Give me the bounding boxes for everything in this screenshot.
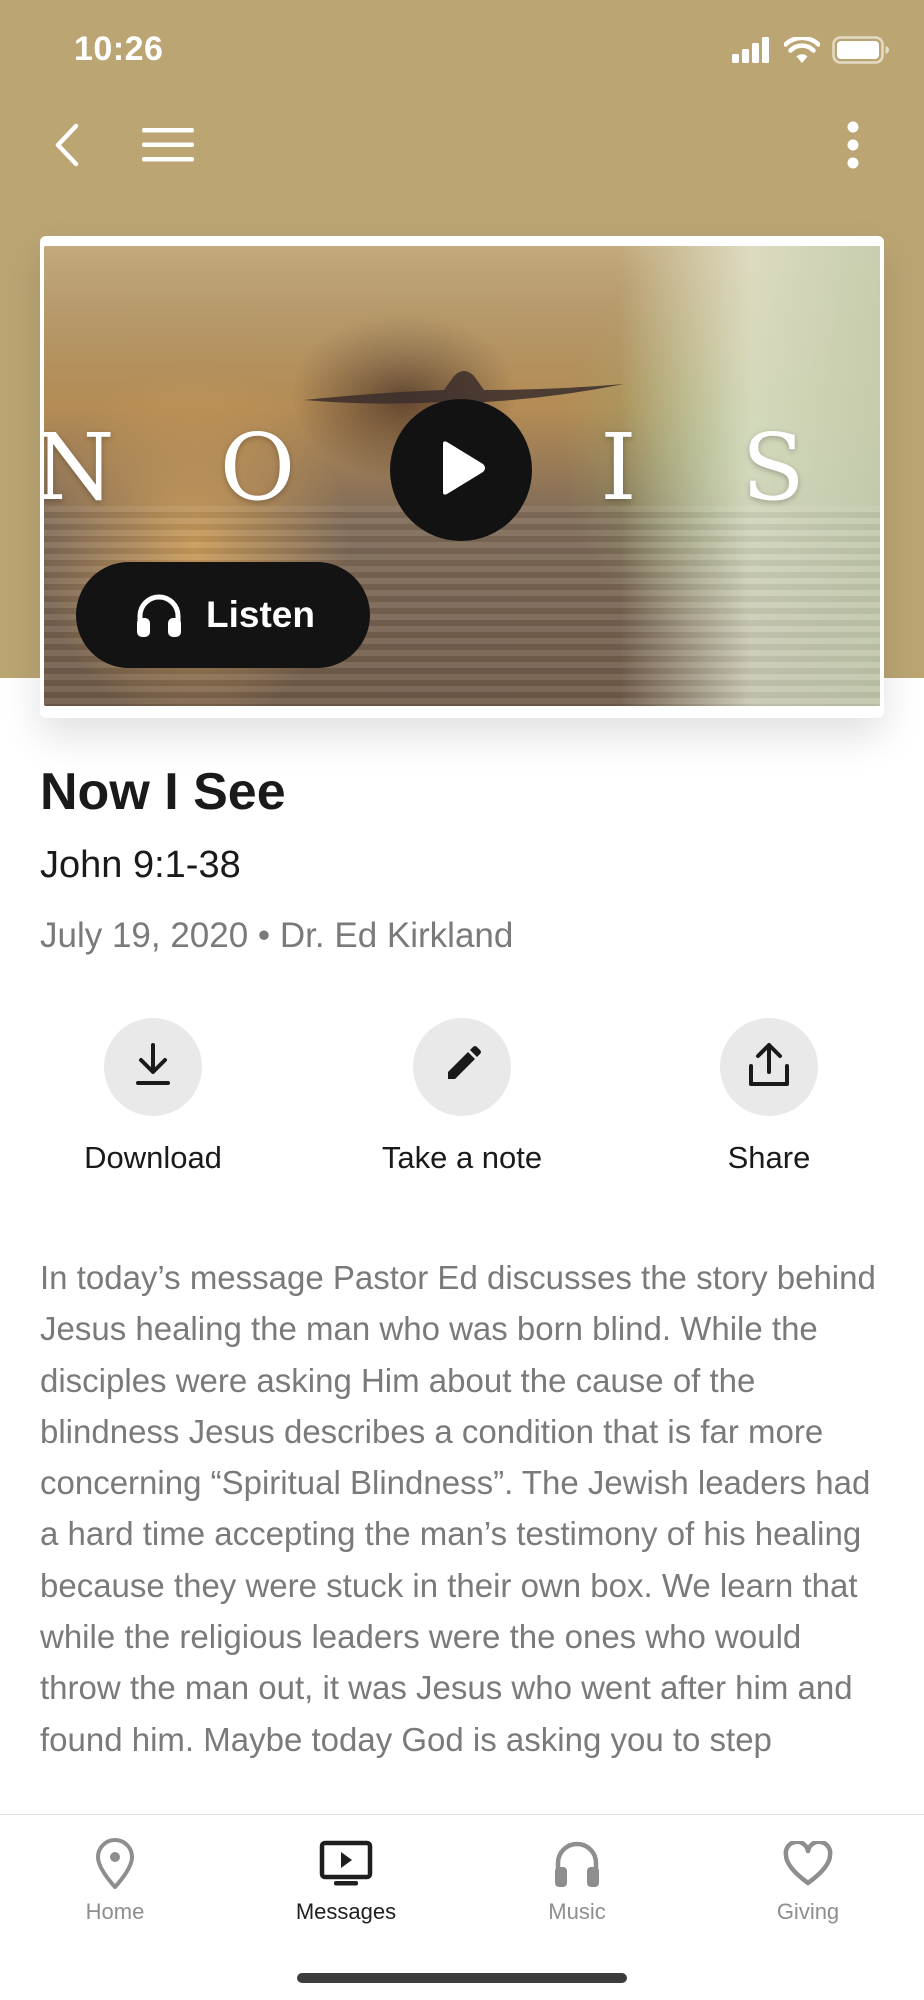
menu-button[interactable] bbox=[133, 112, 203, 182]
cellular-signal-icon bbox=[732, 37, 772, 68]
sermon-title: Now I See bbox=[40, 763, 286, 821]
tab-messages-label: Messages bbox=[295, 1899, 397, 1924]
wifi-icon bbox=[783, 35, 821, 68]
play-icon bbox=[435, 439, 487, 502]
back-button[interactable] bbox=[32, 112, 102, 182]
sermon-description: In today’s message Pastor Ed discusses t… bbox=[40, 1259, 876, 1758]
tab-giving-label: Giving bbox=[776, 1899, 840, 1924]
chevron-left-icon bbox=[52, 122, 82, 173]
heart-icon bbox=[778, 1835, 838, 1893]
status-icons bbox=[732, 35, 890, 69]
tab-music-label: Music bbox=[548, 1899, 606, 1924]
take-note-button[interactable]: Take a note bbox=[342, 1018, 582, 1176]
headphones-icon bbox=[134, 590, 184, 640]
sermon-scripture: John 9:1-38 bbox=[40, 844, 241, 886]
share-button[interactable]: Share bbox=[649, 1018, 889, 1176]
hamburger-menu-icon bbox=[142, 127, 194, 168]
sermon-date-speaker: July 19, 2020 • Dr. Ed Kirkland bbox=[40, 916, 514, 955]
home-indicator bbox=[297, 1973, 627, 1983]
tab-home[interactable]: Home bbox=[35, 1835, 195, 1925]
tab-home-label: Home bbox=[85, 1899, 145, 1924]
listen-label: Listen bbox=[206, 594, 315, 635]
battery-icon bbox=[832, 36, 890, 69]
sermon-detail-screen: 10:26 N O I S Listen Now I See John 9:1-… bbox=[0, 0, 924, 2000]
tab-music[interactable]: Music bbox=[497, 1835, 657, 1925]
status-bar: 10:26 bbox=[0, 0, 924, 100]
tab-giving[interactable]: Giving bbox=[728, 1835, 888, 1925]
location-pin-icon bbox=[85, 1835, 145, 1893]
download-icon bbox=[133, 1042, 173, 1092]
more-options-button[interactable] bbox=[818, 112, 888, 182]
headphones-icon bbox=[547, 1835, 607, 1893]
share-label: Share bbox=[727, 1140, 811, 1175]
play-button[interactable] bbox=[390, 399, 532, 541]
action-row: Download Take a note Share bbox=[0, 1018, 924, 1188]
download-button[interactable]: Download bbox=[33, 1018, 273, 1176]
tv-play-icon bbox=[316, 1835, 376, 1893]
take-note-label: Take a note bbox=[381, 1140, 543, 1175]
download-label: Download bbox=[84, 1140, 222, 1175]
listen-button[interactable]: Listen bbox=[76, 562, 370, 668]
status-time: 10:26 bbox=[74, 30, 164, 68]
tab-messages[interactable]: Messages bbox=[266, 1835, 426, 1925]
vertical-dots-icon bbox=[847, 121, 859, 174]
share-icon bbox=[747, 1042, 791, 1093]
pencil-icon bbox=[443, 1045, 481, 1089]
